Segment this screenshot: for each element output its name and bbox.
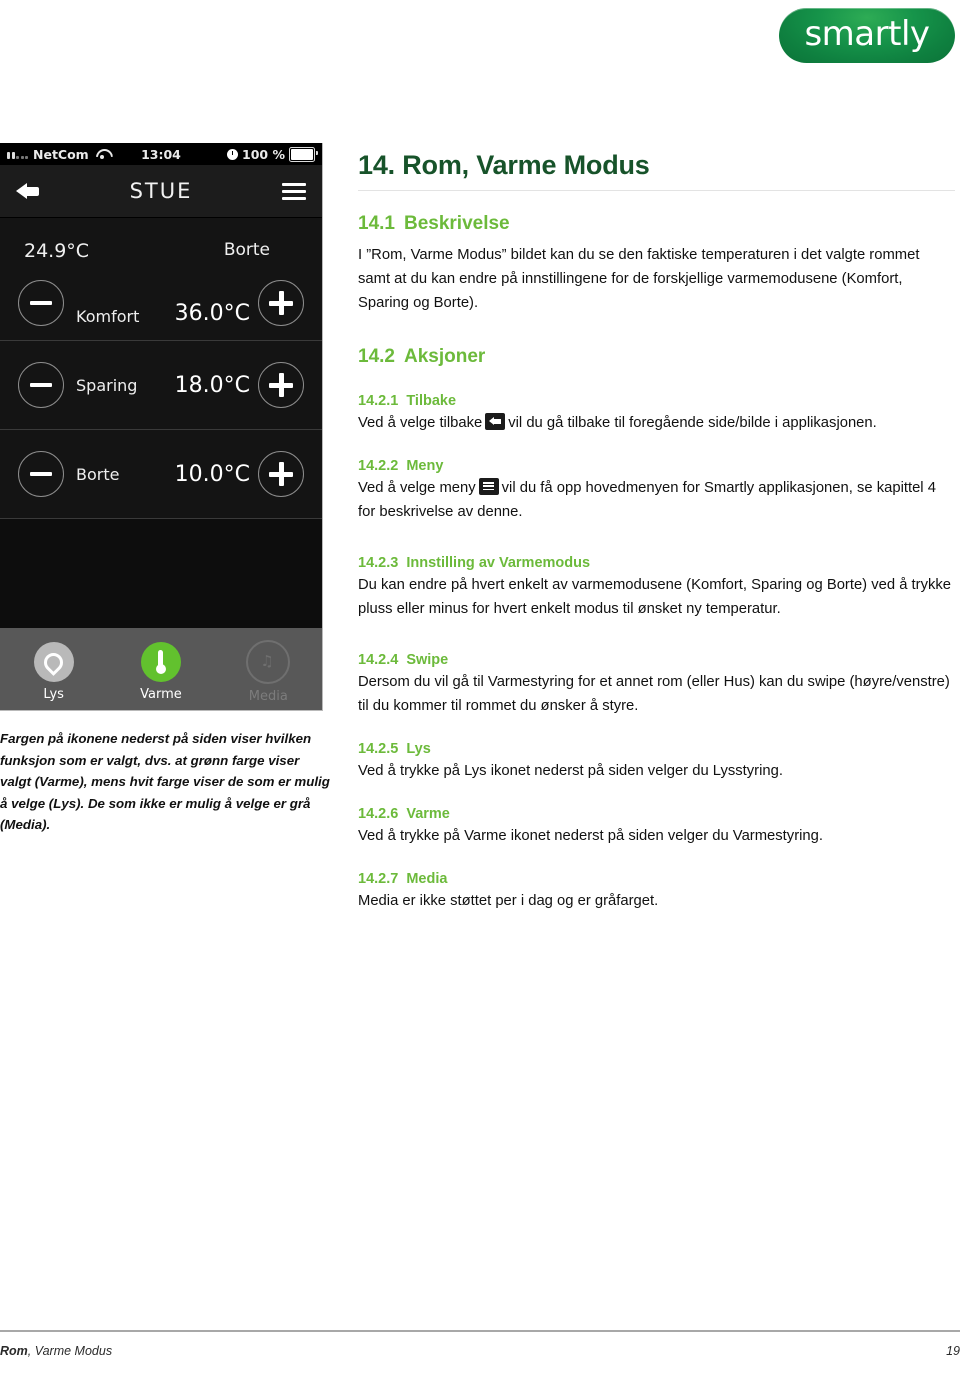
brand-logo: smartly [779,8,955,63]
section-number: 14.2.2 [358,457,399,474]
battery-icon [289,146,318,162]
mode-label: Sparing [76,375,138,395]
section-14-2-6: 14.2.6 Varme Ved å trykke på Varme ikonet… [358,806,955,849]
section-title: Innstilling av Varmemodus [406,554,591,571]
section-number: 14.1 [358,213,395,234]
section-number: 14.2.5 [358,740,399,757]
tab-label: Lys [43,687,64,702]
figure-caption: Fargen på ikonene nederst på siden viser… [0,731,330,833]
section-title: Aksjoner [403,345,486,367]
section-title: Tilbake [406,392,457,409]
mode-label: Borte [76,464,120,484]
section-14-2-3: 14.2.3 Innstilling av Varmemodus Du kan e… [358,555,955,622]
tab-lys[interactable]: Lys [1,642,107,702]
actual-temperature: 24.9°C [24,240,90,262]
text-after-icon: vil du gå tilbake til foregående side/bi… [508,414,877,431]
heating-mode-list: 24.9°C Borte Komfort 36.0°C Sparing 18.0… [0,218,322,519]
section-14-2-3-heading: 14.2.3 Innstilling av Varmemodus [358,555,955,571]
minus-icon[interactable] [18,280,64,326]
mode-label: Komfort [76,307,140,326]
mode-temperature: 10.0°C [174,461,250,487]
section-14-2-1: 14.2.1 Tilbake Ved å velge tilbake vil du … [358,393,955,436]
hamburger-menu-icon[interactable] [282,182,306,200]
tab-label: Media [248,689,288,704]
text-before-icon: Ved å velge tilbake [358,414,483,431]
thermometer-icon [140,642,181,682]
section-14-2-5-body: Ved å trykke på Lys ikonet nederst på si… [358,762,783,779]
tab-varme[interactable]: Varme [108,642,214,702]
phone-screenshot: NetCom 13:04 100 % STUE 24.9°C Borte Kom… [0,143,323,711]
section-14-2-7-heading: 14.2.7 Media [358,871,955,887]
section-14-2-7-body: Media er ikke støttet per i dag og er gr… [358,892,659,909]
room-title: STUE [129,179,193,203]
footer-breadcrumb-bold: Rom [0,1344,28,1358]
location-pin-icon [33,642,74,682]
section-title: Swipe [406,651,449,668]
section-title: Lys [406,740,431,757]
section-14-2-5-heading: 14.2.5 Lys [358,741,955,757]
logo-pill: smartly [779,8,955,63]
alarm-clock-icon [227,148,239,160]
page-number: 19 [946,1344,960,1358]
section-14-2-3-body: Du kan endre på hvert enkelt av varmemod… [358,576,951,617]
logo-text: smartly [804,14,930,54]
document-body: 14. Rom, Varme Modus 14.1 Beskrivelse I ”… [358,150,955,914]
section-number: 14.2.6 [358,805,399,822]
section-number: 14.2.1 [358,392,399,409]
section-number: 14.2.4 [358,651,399,668]
title-divider [358,190,955,191]
section-14-2-7: 14.2.7 Media Media er ikke støttet per i … [358,871,955,914]
section-14-2-6-body: Ved å trykke på Varme ikonet nederst på … [358,827,823,844]
section-14-2: 14.2 Aksjoner [358,346,955,368]
tab-label: Varme [140,687,182,702]
section-title: Media [406,870,448,887]
section-14-1: 14.1 Beskrivelse I ”Rom, Varme Modus” bil… [358,213,955,316]
mode-row-komfort: 24.9°C Borte Komfort 36.0°C [0,218,322,341]
plus-icon[interactable] [258,280,304,326]
minus-icon[interactable] [18,362,64,408]
section-14-2-6-heading: 14.2.6 Varme [358,806,955,822]
section-14-2-1-body: Ved å velge tilbake vil du gå tilbake til… [358,412,955,436]
hamburger-menu-icon [478,477,499,495]
section-number: 14.2.7 [358,870,399,887]
mode-row-borte: Borte 10.0°C [0,430,322,519]
back-arrow-icon [485,412,506,430]
text-before-icon: Ved å velge meny [358,479,476,496]
section-title: Varme [406,805,450,822]
minus-icon[interactable] [18,451,64,497]
plus-icon[interactable] [258,362,304,408]
section-14-2-2-body: Ved å velge meny vil du få opp hovedmenye… [358,477,955,525]
phone-tab-bar: Lys Varme ♫ Media [0,628,322,710]
section-number: 14.2 [358,345,395,367]
page-title: 14. Rom, Varme Modus [358,150,650,180]
phone-nav-bar: STUE [0,165,322,218]
plus-icon[interactable] [258,451,304,497]
section-14-2-4-heading: 14.2.4 Swipe [358,652,955,668]
mode-temperature: 36.0°C [174,301,250,326]
section-14-2-2: 14.2.2 Meny Ved å velge meny vil du få opp… [358,458,955,525]
section-title: Meny [406,457,444,474]
away-column-label: Borte [223,240,270,260]
footer-breadcrumb-rest: , Varme Modus [27,1344,113,1358]
section-number: 14.2.3 [358,554,399,571]
status-time: 13:04 [141,146,181,162]
music-note-icon: ♫ [246,640,291,684]
section-14-2-2-heading: 14.2.2 Meny [358,458,955,474]
section-title: Beskrivelse [403,213,510,234]
phone-status-bar: NetCom 13:04 100 % [0,143,322,165]
section-14-2-heading: 14.2 Aksjoner [358,346,955,368]
section-14-1-heading: 14.1 Beskrivelse [358,213,955,235]
section-14-2-5: 14.2.5 Lys Ved å trykke på Lys ikonet ned… [358,741,955,784]
mode-row-sparing: Sparing 18.0°C [0,341,322,430]
footer-breadcrumb: Rom, Varme Modus [0,1344,112,1358]
section-14-2-4-body: Dersom du vil gå til Varmestyring for et… [358,673,950,714]
tab-media: ♫ Media [215,640,321,704]
page-footer: Rom, Varme Modus 19 [0,1344,960,1358]
section-14-1-body: I ”Rom, Varme Modus” bildet kan du se de… [358,247,920,311]
section-14-2-4: 14.2.4 Swipe Dersom du vil gå til Varmest… [358,652,955,719]
mode-temperature: 18.0°C [174,372,250,398]
footer-divider [0,1330,960,1332]
section-14-2-1-heading: 14.2.1 Tilbake [358,393,955,409]
